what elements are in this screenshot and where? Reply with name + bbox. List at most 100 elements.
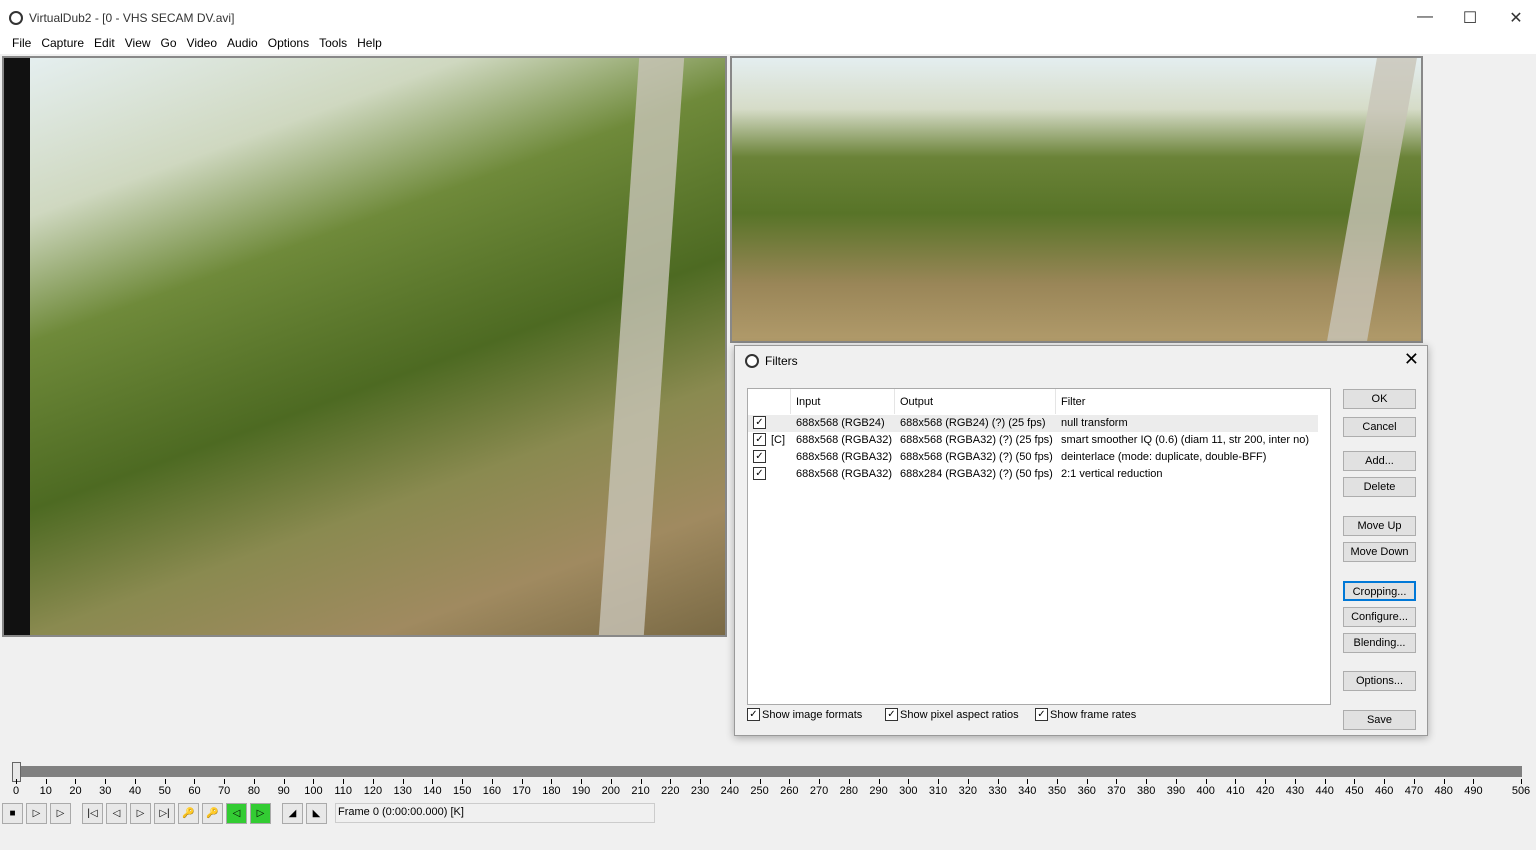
- filter-row[interactable]: ✓ 688x568 (RGBA32) 688x284 (RGBA32) (?) …: [748, 466, 1318, 483]
- timeline-tick-label: 460: [1374, 785, 1394, 797]
- timeline-tick-label: 120: [363, 785, 383, 797]
- timeline-tick-label: 140: [423, 785, 442, 797]
- filter-row[interactable]: ✓ [C] 688x568 (RGBA32) 688x568 (RGBA32) …: [748, 432, 1318, 449]
- timeline-tick-label: 30: [99, 785, 112, 797]
- next-scene-button[interactable]: ▷: [250, 803, 271, 824]
- filter-output: 688x284 (RGBA32) (?) (50 fps): [900, 468, 1053, 480]
- filter-input: 688x568 (RGBA32): [796, 451, 892, 463]
- configure-button[interactable]: Configure...: [1343, 607, 1416, 627]
- mark-out-button[interactable]: ◣: [306, 803, 327, 824]
- go-start-button[interactable]: |◁: [82, 803, 103, 824]
- timeline-tick-label: 380: [1137, 785, 1156, 797]
- next-keyframe-button[interactable]: 🔑: [202, 803, 223, 824]
- menu-options[interactable]: Options: [263, 34, 314, 54]
- menu-edit[interactable]: Edit: [89, 34, 120, 54]
- menu-tools[interactable]: Tools: [314, 34, 352, 54]
- delete-button[interactable]: Delete: [1343, 477, 1416, 497]
- checkbox-icon: ✓: [1035, 708, 1048, 721]
- timeline-tick: [462, 779, 464, 784]
- timeline-tick: [1235, 779, 1237, 784]
- timeline-tick: [224, 779, 226, 784]
- save-button[interactable]: Save: [1343, 710, 1416, 730]
- move-down-button[interactable]: Move Down: [1343, 542, 1416, 562]
- prev-frame-button[interactable]: ◁: [106, 803, 127, 824]
- menu-capture[interactable]: Capture: [36, 34, 89, 54]
- enable-checkbox[interactable]: ✓: [753, 450, 766, 463]
- menu-go[interactable]: Go: [156, 34, 182, 54]
- play-output-button[interactable]: ▷: [50, 803, 71, 824]
- menu-view[interactable]: View: [120, 34, 156, 54]
- app-icon: [9, 11, 23, 25]
- timeline-tick: [1175, 779, 1177, 784]
- menu-video[interactable]: Video: [182, 34, 222, 54]
- move-up-button[interactable]: Move Up: [1343, 516, 1416, 536]
- column-header-input[interactable]: Input: [791, 389, 895, 414]
- filter-output: 688x568 (RGBA32) (?) (50 fps): [900, 451, 1053, 463]
- prev-scene-button[interactable]: ◁: [226, 803, 247, 824]
- go-end-button[interactable]: ▷|: [154, 803, 175, 824]
- close-button[interactable]: ✕: [1493, 8, 1536, 28]
- show-pixel-aspect-ratios-checkbox[interactable]: ✓ Show pixel aspect ratios: [885, 708, 1019, 721]
- column-header-output[interactable]: Output: [895, 389, 1056, 414]
- timeline-tick-label: 170: [512, 785, 531, 797]
- filter-input: 688x568 (RGBA32): [796, 468, 892, 480]
- show-frame-rates-checkbox[interactable]: ✓ Show frame rates: [1035, 708, 1136, 721]
- timeline-tick-label: 450: [1345, 785, 1364, 797]
- timeline-tick: [819, 779, 821, 784]
- timeline-tick-label: 60: [188, 785, 201, 797]
- next-frame-button[interactable]: ▷: [130, 803, 151, 824]
- timeline-tick-label: 80: [247, 785, 261, 797]
- show-image-formats-checkbox[interactable]: ✓ Show image formats: [747, 708, 862, 721]
- enable-checkbox[interactable]: ✓: [753, 467, 766, 480]
- filter-list[interactable]: Input Output Filter ✓ 688x568 (RGB24) 68…: [747, 388, 1331, 705]
- timeline-tick-label: 230: [690, 785, 710, 797]
- add-button[interactable]: Add...: [1343, 451, 1416, 471]
- timeline-tick: [1265, 779, 1267, 784]
- timeline-tick: [402, 779, 404, 784]
- timeline-tick: [134, 779, 136, 784]
- timeline-tick: [75, 779, 77, 784]
- menu-help[interactable]: Help: [352, 34, 387, 54]
- options-button[interactable]: Options...: [1343, 671, 1416, 691]
- menu-audio[interactable]: Audio: [222, 34, 263, 54]
- timeline-tick-label: 50: [158, 785, 171, 797]
- timeline-tick-label: 240: [720, 785, 740, 797]
- column-header-check: [748, 389, 791, 414]
- timeline-tick-label: 490: [1464, 785, 1483, 797]
- timeline-tick: [105, 779, 107, 784]
- cancel-button[interactable]: Cancel: [1343, 417, 1416, 437]
- timeline-tick: [372, 779, 374, 784]
- ok-button[interactable]: OK: [1343, 389, 1416, 409]
- timeline-track[interactable]: [14, 766, 1522, 777]
- cropping-button[interactable]: Cropping...: [1343, 581, 1416, 601]
- maximize-button[interactable]: ☐: [1447, 8, 1493, 28]
- timeline-tick: [729, 779, 731, 784]
- filter-row[interactable]: ✓ 688x568 (RGBA32) 688x568 (RGBA32) (?) …: [748, 449, 1318, 466]
- enable-checkbox[interactable]: ✓: [753, 416, 766, 429]
- checkbox-label: Show image formats: [762, 708, 863, 721]
- prev-keyframe-button[interactable]: 🔑: [178, 803, 199, 824]
- timeline-tick: [908, 779, 910, 784]
- window-title: VirtualDub2 - [0 - VHS SECAM DV.avi]: [29, 11, 235, 25]
- menu-file[interactable]: File: [7, 34, 36, 54]
- enable-checkbox[interactable]: ✓: [753, 433, 766, 446]
- timeline-tick-label: 260: [780, 785, 799, 797]
- timeline-tick-label: 470: [1404, 785, 1424, 797]
- timeline-tick: [16, 779, 17, 784]
- minimize-button[interactable]: —: [1402, 8, 1448, 26]
- mark-in-button[interactable]: ◢: [282, 803, 303, 824]
- timeline-tick: [1324, 779, 1326, 784]
- timeline-tick-label: 220: [661, 785, 680, 797]
- blending-button[interactable]: Blending...: [1343, 633, 1416, 653]
- timeline-tick-label: 330: [988, 785, 1007, 797]
- column-header-filter[interactable]: Filter: [1056, 389, 1318, 414]
- play-input-button[interactable]: ▷: [26, 803, 47, 824]
- timeline-tick: [640, 779, 642, 784]
- dialog-close-button[interactable]: ✕: [1404, 349, 1419, 370]
- timeline-tick: [610, 779, 612, 784]
- filter-row[interactable]: ✓ 688x568 (RGB24) 688x568 (RGB24) (?) (2…: [748, 415, 1318, 432]
- stop-button[interactable]: ■: [2, 803, 23, 824]
- timeline-tick: [670, 779, 672, 784]
- timeline-tick-label: 270: [809, 785, 829, 797]
- timeline-tick-label: 430: [1285, 785, 1305, 797]
